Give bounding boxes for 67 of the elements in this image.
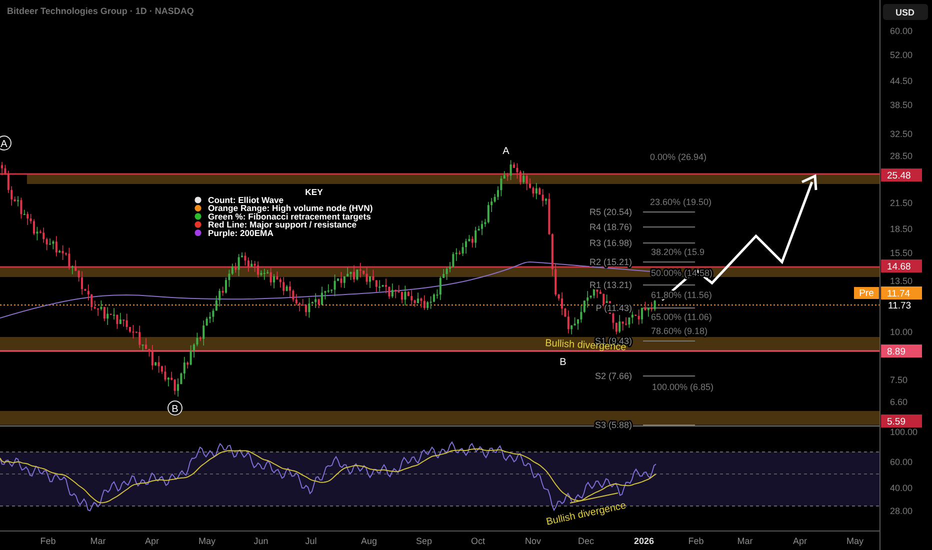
pivot-line: [642, 242, 696, 244]
time-axis-label: Aug: [361, 536, 377, 546]
price-axis-label: 6.60: [890, 397, 908, 407]
pivot-line: [642, 340, 696, 342]
time-axis-label: 2026: [634, 536, 654, 546]
time-axis-label: Feb: [688, 536, 704, 546]
chart-title: Bitdeer Technologies Group · 1D · NASDAQ: [7, 6, 194, 16]
price-axis-label: 38.50: [890, 100, 913, 110]
time-axis-label: Mar: [90, 536, 106, 546]
pivot-label: S3 (5.88): [594, 420, 632, 430]
pivot-line: [642, 226, 696, 228]
price-tag-label: 14.68: [887, 262, 911, 272]
pivot-label: R3 (16.98): [589, 238, 632, 248]
wave-label: B: [560, 357, 566, 368]
price-axis-label: 52.00: [890, 50, 913, 60]
price-axis-label: 60.00: [890, 26, 913, 36]
currency-button-label[interactable]: USD: [896, 8, 914, 18]
time-axis-label: Apr: [793, 536, 807, 546]
time-axis-label: Mar: [737, 536, 753, 546]
time-axis-label: Sep: [416, 536, 432, 546]
fibonacci-label: 100.00% (6.85): [652, 382, 714, 392]
price-axis-label: 44.50: [890, 76, 913, 86]
pivot-label: S2 (7.66): [594, 371, 632, 381]
wave-label: A: [502, 146, 510, 157]
time-axis-label: May: [846, 536, 864, 546]
time-axis-label: Dec: [578, 536, 594, 546]
time-axis-label: Apr: [145, 536, 159, 546]
wave-label: A: [0, 139, 8, 150]
legend-label: Orange Range: High volume node (HVN): [208, 203, 373, 214]
rsi-axis-label: 60.00: [890, 457, 913, 467]
price-axis-label: 32.50: [890, 129, 913, 139]
price-axis-label: 21.50: [890, 198, 913, 208]
time-axis-label: Jul: [305, 536, 317, 546]
rsi-axis-label: 100.00: [890, 427, 918, 437]
fibonacci-label: 38.20% (15.9: [651, 247, 705, 257]
pivot-line: [642, 284, 696, 286]
fibonacci-label: 23.60% (19.50): [650, 197, 712, 207]
price-axis-label: 7.50: [890, 375, 908, 385]
price-tag-label: 25.48: [887, 170, 911, 182]
currency-button[interactable]: [883, 4, 928, 20]
fibonacci-label: 78.60% (9.18): [651, 326, 708, 336]
pivot-label: R5 (20.54): [589, 207, 632, 217]
last-price-label: 11.73: [888, 300, 912, 312]
pre-market-badge: Pre: [854, 287, 879, 299]
price-tag-label: 5.59: [887, 416, 906, 428]
fibonacci-label: 65.00% (11.06): [651, 312, 712, 322]
pivot-label: R2 (15.21): [589, 257, 632, 267]
time-axis-label: May: [198, 536, 216, 546]
price-axis-label: 10.00: [890, 327, 913, 337]
time-axis-label: Jun: [254, 536, 268, 546]
pivot-label: R4 (18.76): [589, 222, 632, 232]
price-axis-label: 15.50: [890, 248, 913, 258]
time-axis-label: Feb: [40, 536, 56, 546]
price-axis-label: 28.50: [890, 151, 913, 161]
legend-label: Count: Elliot Wave: [208, 195, 284, 205]
price-axis-label: 18.50: [890, 224, 913, 234]
key-title: KEY: [305, 187, 323, 197]
rsi-axis-label: 40.00: [890, 483, 913, 493]
rsi-axis-label: 28.00: [890, 506, 913, 516]
divergence-label: Bullish divergence: [545, 500, 628, 528]
fibonacci-label: 0.00% (26.94): [650, 152, 707, 162]
time-axis-label: Oct: [471, 536, 485, 546]
time-axis-label: Nov: [525, 536, 541, 546]
price-tag-label: 11.74: [887, 288, 910, 300]
price-axis-label: 13.50: [890, 276, 913, 286]
wave-label: B: [172, 404, 178, 415]
price-tag-label: 8.89: [887, 346, 906, 358]
